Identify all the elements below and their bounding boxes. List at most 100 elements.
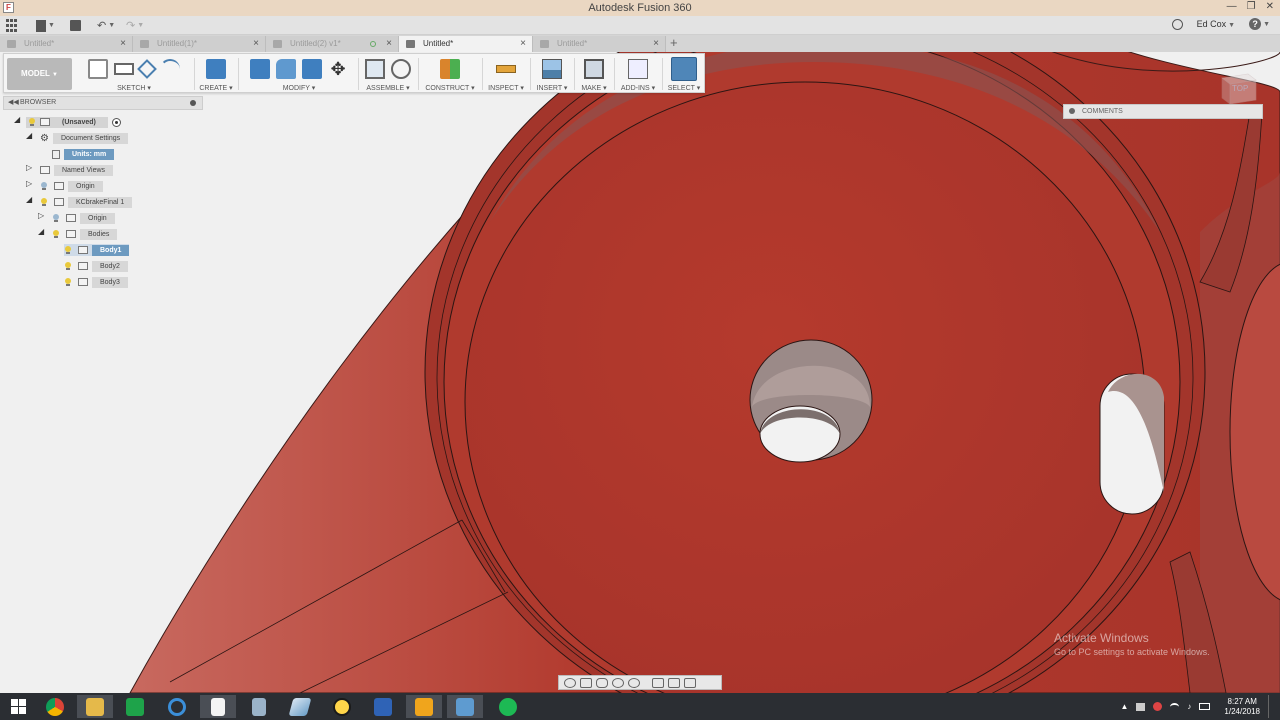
pin-icon[interactable] xyxy=(190,100,196,106)
taskbar-file-explorer[interactable] xyxy=(77,695,113,718)
close-icon[interactable]: × xyxy=(120,36,126,51)
add-comment-icon[interactable] xyxy=(1069,108,1075,114)
minimize-button[interactable]: — xyxy=(1227,1,1237,12)
system-clock[interactable]: 8:27 AM 1/24/2018 xyxy=(1224,697,1260,717)
display-settings-icon[interactable] xyxy=(652,677,664,688)
user-account-menu[interactable]: Ed Cox ▼ xyxy=(1197,19,1235,29)
taskbar-spotify[interactable] xyxy=(490,695,526,718)
pan-hand-icon[interactable] xyxy=(596,677,608,688)
taskbar-internet-explorer[interactable] xyxy=(159,695,195,718)
canvas-viewport[interactable] xyxy=(0,52,1280,693)
modify-group[interactable]: ✥ MODIFY ▾ xyxy=(240,56,358,92)
visibility-bulb-icon[interactable] xyxy=(64,277,72,287)
show-desktop-button[interactable] xyxy=(1268,695,1272,718)
undo-button[interactable]: ↶ ▼ xyxy=(97,18,115,33)
inspect-group[interactable]: INSPECT ▾ xyxy=(484,56,528,92)
redo-button[interactable]: ↷ ▼ xyxy=(126,18,144,33)
collapse-panel-icon[interactable]: ◀◀ xyxy=(8,97,19,109)
data-panel-grid-icon[interactable] xyxy=(6,18,20,33)
rectangle-icon[interactable] xyxy=(114,63,134,75)
tab-untitled-active[interactable]: Untitled* × xyxy=(399,36,533,52)
units-setting-node[interactable]: Units: mm xyxy=(52,148,115,160)
scripts-addins-icon[interactable] xyxy=(628,59,648,79)
3d-model-render[interactable] xyxy=(0,52,1280,693)
spline-icon[interactable] xyxy=(160,59,180,79)
fillet-icon[interactable] xyxy=(276,59,296,79)
browser-root-node[interactable]: ◢ (Unsaved) xyxy=(14,115,121,128)
press-pull-icon[interactable] xyxy=(250,59,270,79)
expand-triangle-icon[interactable]: ▷ xyxy=(26,179,32,188)
job-status-clock-icon[interactable] xyxy=(1171,18,1183,30)
3d-print-icon[interactable] xyxy=(584,59,604,79)
collapse-triangle-icon[interactable]: ◢ xyxy=(14,115,20,124)
move-icon[interactable]: ✥ xyxy=(328,59,348,79)
volume-icon[interactable]: ♪ xyxy=(1187,702,1191,711)
expand-triangle-icon[interactable]: ▷ xyxy=(38,211,44,220)
offset-plane-icon[interactable] xyxy=(440,59,460,79)
polygon-icon[interactable] xyxy=(137,59,157,79)
taskbar-app-2[interactable] xyxy=(365,695,401,718)
insert-image-icon[interactable] xyxy=(542,59,562,79)
help-menu[interactable]: ? ▼ xyxy=(1249,18,1270,30)
comments-panel[interactable]: COMMENTS xyxy=(1063,104,1263,119)
close-window-button[interactable]: ✕ xyxy=(1266,1,1274,12)
keyboard-icon[interactable] xyxy=(1199,703,1211,710)
restore-button[interactable]: ❐ xyxy=(1247,1,1256,12)
viewcube[interactable]: TOP xyxy=(1218,70,1258,106)
viewcube-face-label[interactable]: TOP xyxy=(1232,84,1248,93)
component-origin-node[interactable]: ▷ Origin xyxy=(38,211,115,224)
workspace-switcher-button[interactable]: MODEL ▼ xyxy=(7,58,72,90)
collapse-triangle-icon[interactable]: ◢ xyxy=(26,195,32,204)
collapse-triangle-icon[interactable]: ◢ xyxy=(38,227,44,236)
fit-zoom-icon[interactable] xyxy=(628,677,640,688)
visibility-bulb-icon[interactable] xyxy=(64,261,72,271)
save-button[interactable] xyxy=(70,18,81,33)
new-tab-plus-icon[interactable]: + xyxy=(670,35,678,50)
file-menu-button[interactable]: ▼ xyxy=(36,18,55,33)
taskbar-fusion360[interactable] xyxy=(282,695,318,718)
network-icon[interactable] xyxy=(1136,702,1146,711)
body-node-2[interactable]: Body2 xyxy=(64,260,128,272)
bodies-node[interactable]: ◢ Bodies xyxy=(38,227,118,240)
tab-untitled-5[interactable]: Untitled* × xyxy=(533,36,666,52)
select-group[interactable]: SELECT ▾ xyxy=(664,56,704,92)
select-cursor-icon[interactable] xyxy=(671,57,697,81)
visibility-bulb-icon[interactable] xyxy=(28,117,36,127)
taskbar-app-1[interactable] xyxy=(324,695,360,718)
body-node-3[interactable]: Body3 xyxy=(64,276,128,288)
wifi-icon[interactable] xyxy=(1170,702,1180,711)
close-icon[interactable]: × xyxy=(520,36,526,51)
zoom-icon[interactable] xyxy=(612,677,624,688)
tab-untitled[interactable]: Untitled* × xyxy=(0,36,133,52)
create-group[interactable]: CREATE ▾ xyxy=(196,56,236,92)
taskbar-app-4[interactable] xyxy=(447,695,483,718)
close-icon[interactable]: × xyxy=(253,36,259,51)
close-icon[interactable]: × xyxy=(653,36,659,51)
make-group[interactable]: MAKE ▾ xyxy=(576,56,612,92)
windows-start-button[interactable] xyxy=(0,695,36,718)
assemble-group[interactable]: ASSEMBLE ▾ xyxy=(360,56,416,92)
tray-overflow-icon[interactable]: ▲ xyxy=(1120,702,1128,711)
joint-icon[interactable] xyxy=(391,59,411,79)
look-at-icon[interactable] xyxy=(580,677,592,688)
new-component-icon[interactable] xyxy=(365,59,385,79)
visibility-bulb-icon[interactable] xyxy=(52,213,60,223)
visibility-bulb-icon[interactable] xyxy=(40,197,48,207)
origin-node[interactable]: ▷ Origin xyxy=(26,179,103,192)
taskbar-calculator[interactable] xyxy=(241,695,277,718)
construct-group[interactable]: CONSTRUCT ▾ xyxy=(420,56,480,92)
combine-icon[interactable] xyxy=(302,59,322,79)
insert-group[interactable]: INSERT ▾ xyxy=(532,56,572,92)
add-ins-group[interactable]: ADD-INS ▾ xyxy=(616,56,660,92)
activate-radio-icon[interactable] xyxy=(111,117,121,127)
create-sketch-icon[interactable] xyxy=(88,59,108,79)
close-icon[interactable]: × xyxy=(386,36,392,51)
antivirus-icon[interactable] xyxy=(1153,702,1163,711)
named-views-node[interactable]: ▷ Named Views xyxy=(26,163,114,176)
visibility-bulb-icon[interactable] xyxy=(40,181,48,191)
collapse-triangle-icon[interactable]: ◢ xyxy=(26,131,32,140)
body-node-1[interactable]: Body1 xyxy=(64,244,130,256)
visibility-bulb-icon[interactable] xyxy=(52,229,60,239)
document-settings-node[interactable]: ◢ ⚙ Document Settings xyxy=(26,131,129,144)
tab-untitled-1[interactable]: Untitled(1)* × xyxy=(133,36,266,52)
